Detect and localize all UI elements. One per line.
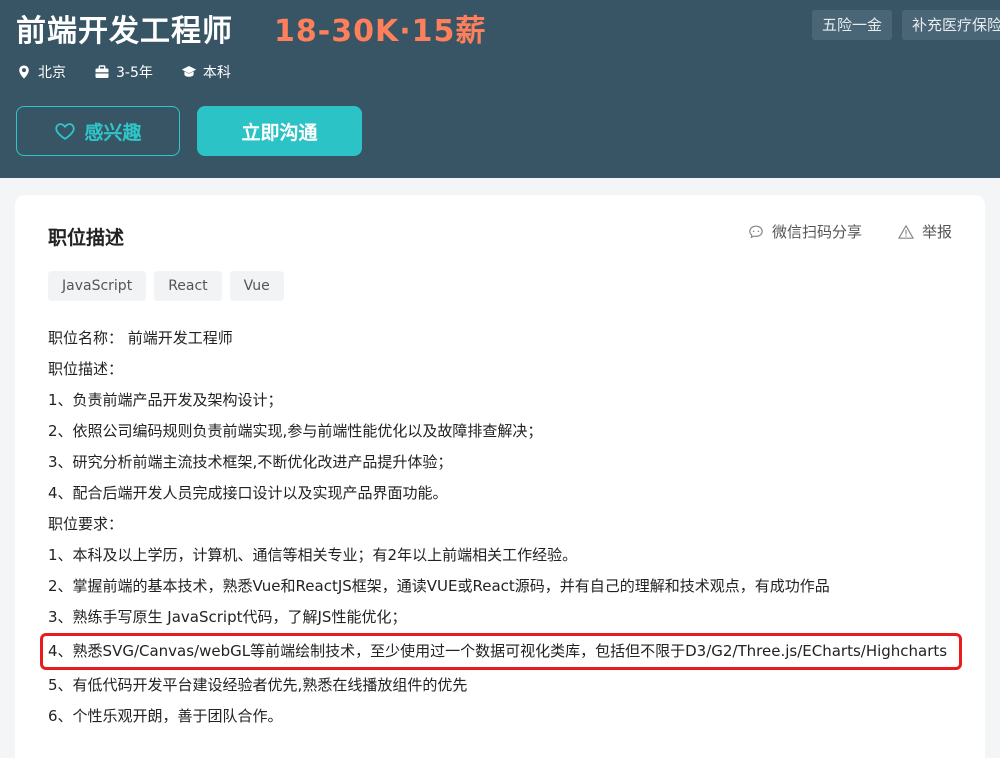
warning-triangle-icon (898, 224, 914, 239)
job-title: 前端开发工程师 (16, 14, 233, 49)
skill-tag[interactable]: Vue (229, 271, 284, 301)
meta-education: 本科 (181, 62, 231, 82)
interest-button[interactable]: 感兴趣 (16, 106, 180, 156)
graduation-cap-icon (181, 66, 197, 77)
report-label: 举报 (921, 223, 952, 241)
description-line: 2、依照公司编码规则负责前端实现,参与前端性能优化以及故障排查解决； (48, 422, 543, 440)
description-line: 5、有低代码开发平台建设经验者优先,熟悉在线播放组件的优先 (48, 676, 468, 694)
location-text: 北京 (38, 65, 66, 81)
description-line: 6、个性乐观开朗，善于团队合作。 (48, 707, 283, 725)
job-meta: 北京 3-5年 本科 (16, 62, 259, 82)
experience-text: 3-5年 (116, 65, 153, 81)
highlighted-requirement: 4、熟悉SVG/Canvas/webGL等前端绘制技术，至少使用过一个数据可视化… (40, 633, 962, 670)
chat-now-button[interactable]: 立即沟通 (197, 106, 362, 156)
education-text: 本科 (202, 65, 231, 81)
skill-tag[interactable]: JavaScript (48, 271, 147, 301)
description-line: 3、研究分析前端主流技术框架,不断优化改进产品提升体验； (48, 453, 453, 471)
briefcase-icon (95, 65, 109, 78)
job-header: 前端开发工程师 18-30K·15薪 五险一金 补充医疗保险 北京 3-5年 本… (0, 0, 1000, 178)
benefit-tag: 五险一金 (812, 10, 893, 40)
meta-experience: 3-5年 (94, 62, 153, 82)
description-line: 职位描述： (48, 360, 124, 378)
salary: 18-30K·15薪 (274, 14, 487, 49)
heart-icon (55, 123, 76, 140)
description-line: 4、配合后端开发人员完成接口设计以及实现产品界面功能。 (48, 484, 448, 502)
card-actions: 微信扫码分享 举报 (712, 221, 952, 242)
location-pin-icon (19, 65, 29, 79)
report-button[interactable]: 举报 (898, 221, 952, 242)
section-title: 职位描述 (48, 227, 125, 249)
description-line: 职位要求： (48, 515, 124, 533)
description-line: 1、负责前端产品开发及架构设计； (48, 391, 283, 409)
benefit-tag: 补充医疗保险 (902, 10, 1000, 40)
meta-location: 北京 (16, 62, 66, 82)
description-line: 1、本科及以上学历，计算机、通信等相关专业；有2年以上前端相关工作经验。 (48, 546, 578, 564)
job-description-card: 职位描述 微信扫码分享 举报 JavaScript React Vue 职位名称… (15, 195, 985, 758)
description-line: 职位名称： 前端开发工程师 (48, 329, 233, 347)
share-wechat-button[interactable]: 微信扫码分享 (748, 221, 862, 242)
skill-tag[interactable]: React (154, 271, 222, 301)
chat-bubble-icon (749, 225, 763, 238)
skill-tags: JavaScript React Vue (48, 271, 284, 301)
interest-label: 感兴趣 (84, 121, 142, 144)
description-line: 2、掌握前端的基本技术，熟悉Vue和ReactJS框架，通读VUE或React源… (48, 577, 830, 595)
share-label: 微信扫码分享 (771, 223, 862, 241)
job-description-text: 职位名称： 前端开发工程师 职位描述： 1、负责前端产品开发及架构设计； 2、依… (40, 323, 968, 732)
description-line: 3、熟练手写原生 JavaScript代码，了解JS性能优化； (48, 608, 407, 626)
benefit-list: 五险一金 补充医疗保险 (812, 10, 1000, 40)
